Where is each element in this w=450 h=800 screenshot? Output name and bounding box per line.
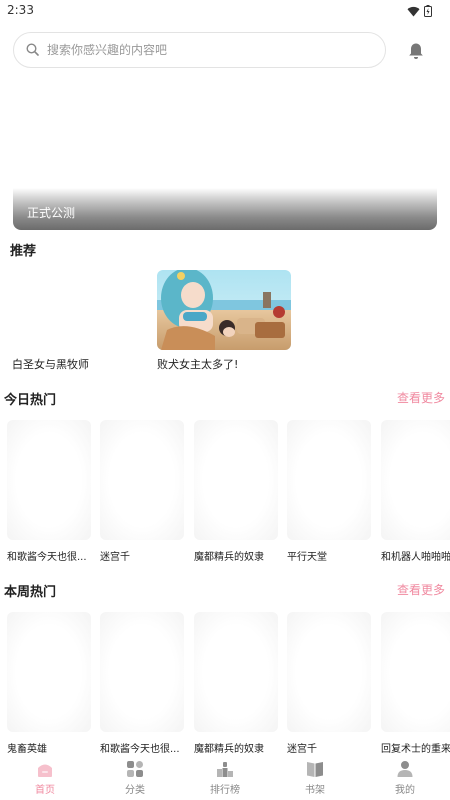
comic-cover (7, 420, 91, 540)
week-hot-card[interactable]: 鬼畜英雄 (7, 612, 91, 755)
comic-cover (194, 420, 278, 540)
week-hot-card[interactable]: 回复术士的重来人生 (381, 612, 450, 755)
bell-icon (409, 43, 423, 59)
comic-title: 魔都精兵的奴隶 (194, 552, 264, 563)
comic-title: 平行天堂 (287, 552, 327, 563)
recommend-card[interactable]: 败犬女主太多了! (157, 270, 291, 372)
recommend-section-title: 推荐 (10, 244, 37, 259)
comic-cover (100, 612, 184, 732)
comic-cover (287, 612, 371, 732)
tab-label: 排行榜 (210, 785, 240, 796)
comic-title: 和机器人啪啪啪 (381, 552, 450, 563)
status-time: 2:33 (7, 3, 34, 17)
today-hot-card[interactable]: 魔都精兵的奴隶 (194, 420, 278, 563)
comic-cover (381, 420, 450, 540)
status-bar: 2:33 (0, 0, 450, 22)
banner-overlay (13, 188, 437, 230)
tab-category[interactable]: 分类 (90, 757, 180, 800)
comic-title: 迷宫千 (100, 552, 130, 563)
search-box[interactable] (13, 32, 386, 68)
battery-icon (424, 5, 432, 17)
wifi-icon (407, 6, 420, 17)
today-hot-title: 今日热门 (4, 393, 57, 408)
tab-profile[interactable]: 我的 (360, 757, 450, 800)
today-hot-see-more-link[interactable]: 查看更多 (397, 389, 445, 406)
comic-cover (100, 420, 184, 540)
tab-bookshelf[interactable]: 书架 (270, 757, 360, 800)
week-hot-see-more-link[interactable]: 查看更多 (397, 581, 445, 598)
bottom-tab-bar: 首页 分类 排行榜 书架 我的 (0, 757, 450, 800)
recommend-cover-illustration (157, 270, 291, 350)
week-hot-card[interactable]: 迷宫千 (287, 612, 371, 755)
today-hot-card[interactable]: 平行天堂 (287, 420, 371, 563)
bookshelf-icon (307, 762, 323, 777)
search-input[interactable] (47, 33, 377, 67)
tab-label: 分类 (125, 785, 145, 796)
tab-home[interactable]: 首页 (0, 757, 90, 800)
comic-cover (7, 612, 91, 732)
comic-title: 和歌酱今天也很... (100, 744, 180, 755)
comic-cover (194, 612, 278, 732)
comic-title: 鬼畜英雄 (7, 744, 47, 755)
week-hot-card[interactable]: 和歌酱今天也很... (100, 612, 184, 755)
tab-ranking[interactable]: 排行榜 (180, 757, 270, 800)
anime-beach-illustration (157, 270, 291, 350)
today-hot-card[interactable]: 和歌酱今天也很... (7, 420, 91, 563)
profile-icon (397, 761, 413, 777)
notification-button[interactable] (404, 39, 428, 63)
comic-title: 回复术士的重来人生 (381, 744, 450, 755)
recommend-card[interactable]: 白圣女与黑牧师 (12, 270, 146, 372)
tab-label: 我的 (395, 785, 415, 796)
comic-title: 魔都精兵的奴隶 (194, 744, 264, 755)
home-icon (38, 764, 52, 777)
recommend-card-title: 败犬女主太多了! (157, 358, 239, 371)
recommend-cover (12, 270, 146, 350)
today-hot-card[interactable]: 迷宫千 (100, 420, 184, 563)
comic-cover (381, 612, 450, 732)
week-hot-card[interactable]: 魔都精兵的奴隶 (194, 612, 278, 755)
tab-label: 首页 (35, 785, 55, 796)
recommend-card-title: 白圣女与黑牧师 (12, 358, 89, 371)
tab-label: 书架 (305, 785, 325, 796)
status-icons (407, 5, 432, 17)
banner-carousel[interactable]: 正式公测 (13, 80, 437, 230)
search-row (0, 30, 450, 70)
search-icon (26, 43, 39, 56)
comic-title: 迷宫千 (287, 744, 317, 755)
comic-cover (287, 420, 371, 540)
week-hot-title: 本周热门 (4, 585, 57, 600)
ranking-icon (217, 762, 233, 777)
banner-title: 正式公测 (27, 206, 76, 220)
today-hot-card[interactable]: 和机器人啪啪啪 (381, 420, 450, 563)
category-icon (127, 761, 143, 777)
comic-title: 和歌酱今天也很... (7, 552, 87, 563)
